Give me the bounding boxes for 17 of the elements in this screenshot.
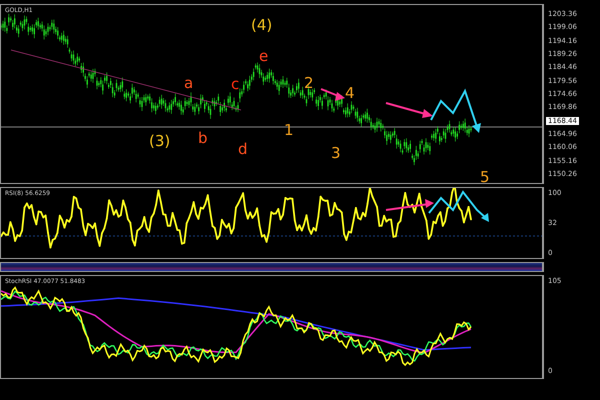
arrow-icon	[386, 199, 434, 211]
zigzag-arrow-icon	[430, 88, 481, 133]
wave-label: d	[238, 141, 248, 157]
wave-label: c	[231, 76, 240, 92]
wave-label: 5	[480, 169, 490, 183]
wave-label: 1	[284, 122, 294, 138]
wave-label: (3)	[149, 133, 170, 149]
wave-label: (4)	[251, 17, 272, 33]
wave-label: 4	[345, 85, 355, 101]
wave-label: 3	[331, 145, 341, 161]
wave-label: a	[184, 75, 194, 91]
arrow-icon	[386, 102, 433, 118]
wave-label: e	[259, 48, 268, 64]
wave-label: b	[198, 130, 208, 146]
wave-label: 2	[304, 75, 314, 91]
arrow-icon	[320, 88, 345, 101]
zigzag-arrow-icon	[428, 190, 489, 222]
